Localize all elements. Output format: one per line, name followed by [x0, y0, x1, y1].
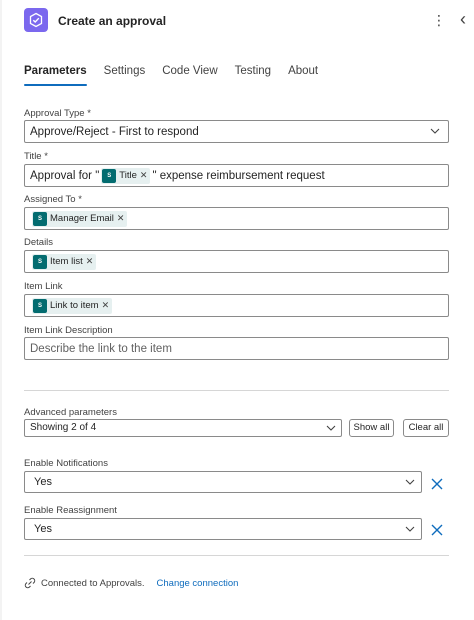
title-input[interactable]: Approval for " S Title ✕ " expense reimb…	[24, 164, 449, 187]
section-divider	[24, 390, 449, 391]
approval-type-value: Approve/Reject - First to respond	[30, 125, 199, 138]
advanced-parameters-label: Advanced parameters	[24, 407, 117, 418]
remove-parameter-icon[interactable]	[430, 523, 444, 537]
item-link-description-placeholder: Describe the link to the item	[30, 342, 172, 355]
panel-edge	[0, 0, 2, 620]
sharepoint-icon: S	[33, 211, 47, 226]
footer-divider	[24, 555, 449, 556]
panel-header: Create an approval ⋮ ‹	[24, 8, 474, 36]
details-label: Details	[24, 237, 54, 248]
title-suffix-text: " expense reimbursement request	[152, 169, 325, 182]
approval-type-dropdown[interactable]: Approve/Reject - First to respond	[24, 120, 449, 143]
clear-all-button[interactable]: Clear all	[403, 419, 449, 437]
enable-notifications-dropdown[interactable]: Yes	[24, 471, 422, 493]
sharepoint-icon: S	[102, 168, 117, 183]
connection-icon	[24, 577, 36, 589]
chevron-down-icon	[326, 425, 336, 431]
remove-token-icon[interactable]: ✕	[102, 300, 110, 311]
assigned-to-label: Assigned To *	[24, 194, 82, 205]
details-input[interactable]: S Item list ✕	[24, 250, 449, 273]
enable-reassignment-value: Yes	[34, 523, 52, 535]
approvals-icon	[24, 8, 48, 32]
show-all-button[interactable]: Show all	[349, 419, 394, 437]
advanced-parameters-value: Showing 2 of 4	[30, 422, 97, 433]
remove-token-icon[interactable]: ✕	[86, 256, 94, 267]
chevron-down-icon	[405, 526, 415, 532]
item-link-description-label: Item Link Description	[24, 325, 113, 336]
connection-footer: Connected to Approvals. Change connectio…	[24, 576, 238, 590]
chevron-left-icon[interactable]: ‹	[454, 9, 472, 29]
enable-reassignment-dropdown[interactable]: Yes	[24, 518, 422, 540]
approval-type-label: Approval Type *	[24, 108, 91, 119]
sharepoint-icon: S	[33, 298, 47, 313]
remove-token-icon[interactable]: ✕	[117, 213, 125, 224]
title-token[interactable]: S Title ✕	[101, 167, 151, 184]
item-link-input[interactable]: S Link to item ✕	[24, 294, 449, 317]
remove-parameter-icon[interactable]	[430, 477, 444, 491]
assigned-to-input[interactable]: S Manager Email ✕	[24, 207, 449, 230]
action-title: Create an approval	[58, 14, 167, 28]
item-link-description-input[interactable]: Describe the link to the item	[24, 337, 449, 360]
item-list-token-label: Item list	[50, 256, 83, 267]
more-vertical-icon[interactable]: ⋮	[432, 11, 446, 29]
enable-notifications-label: Enable Notifications	[24, 458, 108, 469]
title-prefix-text: Approval for "	[30, 169, 100, 182]
chevron-down-icon	[430, 128, 440, 134]
enable-reassignment-label: Enable Reassignment	[24, 505, 117, 516]
tab-testing[interactable]: Testing	[235, 62, 271, 90]
manager-email-token[interactable]: S Manager Email ✕	[32, 210, 128, 227]
tab-parameters[interactable]: Parameters	[24, 62, 87, 90]
item-list-token[interactable]: S Item list ✕	[32, 253, 97, 270]
tab-bar: Parameters Settings Code View Testing Ab…	[24, 62, 454, 90]
remove-token-icon[interactable]: ✕	[140, 170, 148, 181]
action-panel: Create an approval ⋮ ‹ Parameters Settin…	[0, 0, 474, 620]
connected-text: Connected to Approvals.	[41, 577, 145, 589]
link-to-item-token[interactable]: S Link to item ✕	[32, 297, 113, 314]
chevron-down-icon	[405, 479, 415, 485]
title-label: Title *	[24, 151, 48, 162]
tab-about[interactable]: About	[288, 62, 318, 90]
item-link-label: Item Link	[24, 281, 63, 292]
manager-email-token-label: Manager Email	[50, 213, 114, 224]
change-connection-link[interactable]: Change connection	[157, 578, 239, 589]
tab-code-view[interactable]: Code View	[162, 62, 217, 90]
tab-settings[interactable]: Settings	[104, 62, 146, 90]
title-token-label: Title	[119, 170, 137, 181]
enable-notifications-value: Yes	[34, 476, 52, 488]
link-to-item-token-label: Link to item	[50, 300, 99, 311]
advanced-parameters-dropdown[interactable]: Showing 2 of 4	[24, 419, 342, 437]
sharepoint-icon: S	[33, 254, 47, 269]
